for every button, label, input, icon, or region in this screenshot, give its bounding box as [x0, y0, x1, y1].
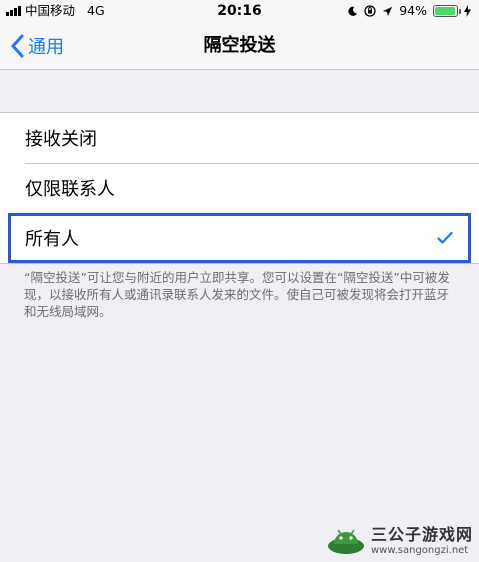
option-label: 接收关闭 [25, 129, 97, 150]
battery-icon [433, 5, 461, 17]
watermark: 三公子游戏网 www.sangongzi.net [327, 521, 473, 556]
option-receiving-off[interactable]: 接收关闭 [0, 113, 479, 163]
orientation-lock-icon [364, 5, 376, 17]
watermark-title: 三公子游戏网 [370, 525, 473, 544]
charging-bolt-icon [464, 5, 471, 17]
option-contacts-only[interactable]: 仅限联系人 [0, 163, 479, 213]
option-label: 仅限联系人 [25, 179, 115, 200]
checkmark-icon [437, 231, 453, 244]
airdrop-options-list: 接收关闭 仅限联系人 所有人 [0, 112, 479, 264]
status-bar: 中国移动 4G 20:16 94% [0, 0, 479, 22]
chevron-left-icon [11, 34, 24, 58]
location-icon [383, 6, 393, 16]
battery-fill [435, 7, 455, 15]
back-label: 通用 [28, 37, 64, 58]
battery-percent: 94% [399, 3, 427, 18]
back-button[interactable]: 通用 [10, 22, 64, 70]
page-title: 隔空投送 [203, 35, 276, 56]
status-right: 94% [347, 0, 471, 22]
moon-icon [348, 6, 358, 16]
android-logo-icon [327, 529, 364, 554]
watermark-url: www.sangongzi.net [370, 545, 469, 556]
option-everyone[interactable]: 所有人 [8, 213, 471, 263]
footer-description: “隔空投送”可让您与附近的用户立即共享。您可以设置在“隔空投送”中可被发现，以接… [24, 270, 450, 319]
option-label: 所有人 [25, 229, 79, 250]
watermark-text: 三公子游戏网 www.sangongzi.net [371, 521, 473, 556]
navigation-bar: 隔空投送 通用 [0, 22, 479, 70]
screen: 中国移动 4G 20:16 94% 隔空投送 通用 接收关闭 仅限联系人 所有人… [0, 0, 479, 562]
